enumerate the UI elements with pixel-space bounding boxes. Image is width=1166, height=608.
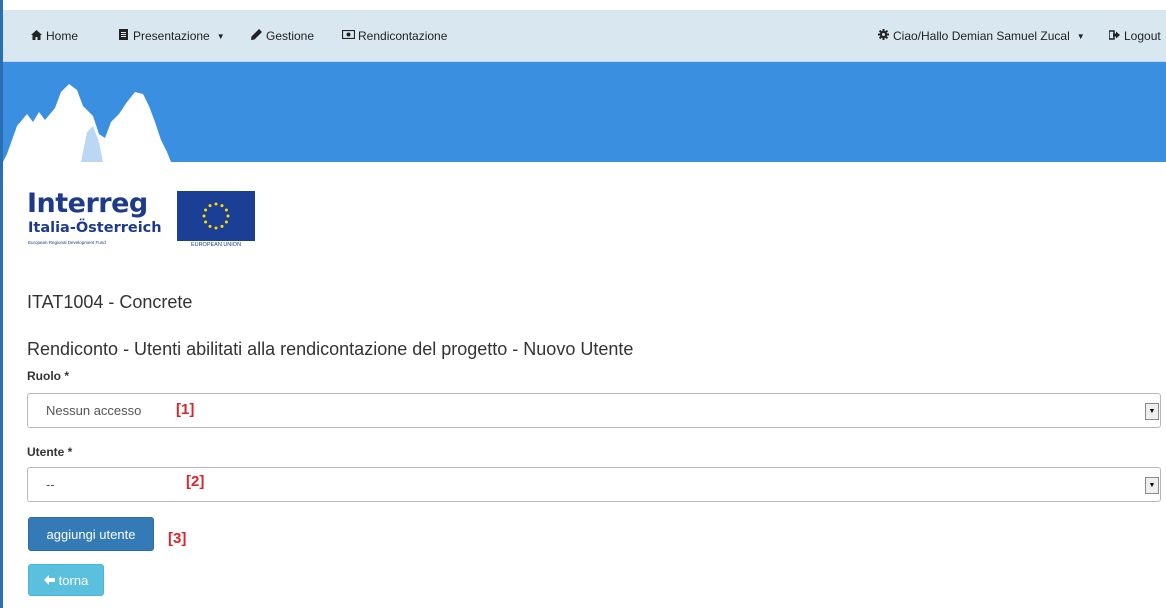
nav-gestione[interactable]: Gestione [250, 10, 314, 62]
annotation-marker-3: [3] [168, 530, 187, 547]
header-banner [3, 62, 1166, 162]
nav-rendicontazione-label: Rendicontazione [358, 29, 448, 43]
caret-down-icon: ▼ [1076, 31, 1085, 41]
money-icon [341, 29, 356, 42]
nav-home-label: Home [46, 29, 79, 43]
page: Home Presentazione ▼ Gestione Rendiconta… [0, 0, 1166, 608]
annotation-marker-1: [1] [176, 401, 195, 418]
nav-logout-label: Logout [1124, 29, 1161, 43]
logo-title: Interreg [27, 188, 148, 219]
annotation-marker-2: [2] [186, 473, 205, 490]
dropdown-arrow-icon[interactable]: ▼ [1145, 477, 1159, 494]
back-button[interactable]: torna [28, 564, 104, 596]
ruolo-selected-value: Nessun accesso [46, 403, 142, 418]
top-navbar: Home Presentazione ▼ Gestione Rendiconta… [3, 10, 1166, 62]
gear-icon [877, 29, 889, 43]
ruolo-label: Ruolo * [27, 369, 69, 383]
dropdown-arrow-icon[interactable]: ▼ [1145, 403, 1159, 420]
section-title: Rendiconto - Utenti abilitati alla rendi… [27, 339, 634, 359]
nav-logout[interactable]: Logout [1107, 10, 1161, 62]
logo-subtitle: Italia-Österreich [28, 220, 162, 236]
add-user-button-label: aggiungi utente [46, 526, 136, 542]
pencil-icon [250, 29, 262, 43]
logo-fund-text: European Regional Development Fund [28, 240, 106, 245]
project-title: ITAT1004 - Concrete [27, 292, 193, 312]
interreg-logo: Interreg Italia-Österreich European Regi… [27, 186, 267, 248]
nav-user-dropdown[interactable]: Ciao/Hallo Demian Samuel Zucal ▼ [877, 10, 1085, 62]
nav-home[interactable]: Home [30, 10, 78, 62]
caret-down-icon: ▼ [216, 31, 225, 41]
eu-label: EUROPEAN UNION [190, 242, 242, 248]
add-user-button[interactable]: aggiungi utente [28, 517, 154, 551]
mountains-illustration [3, 84, 171, 162]
utente-label: Utente * [27, 445, 73, 459]
document-icon [117, 29, 129, 43]
nav-user-label: Ciao/Hallo Demian Samuel Zucal [893, 29, 1070, 43]
nav-rendicontazione[interactable]: Rendicontazione [341, 10, 448, 62]
utente-selected-value: -- [46, 477, 55, 492]
back-button-label: torna [58, 572, 89, 588]
eu-flag-icon [177, 191, 255, 241]
ruolo-select[interactable]: Nessun accesso ▼ [27, 393, 1161, 428]
arrow-left-icon [43, 573, 55, 588]
nav-presentazione-label: Presentazione [133, 29, 210, 43]
nav-gestione-label: Gestione [266, 29, 315, 43]
logout-icon [1107, 29, 1120, 43]
home-icon [30, 29, 42, 43]
nav-presentazione-dropdown[interactable]: Presentazione ▼ [117, 10, 225, 62]
